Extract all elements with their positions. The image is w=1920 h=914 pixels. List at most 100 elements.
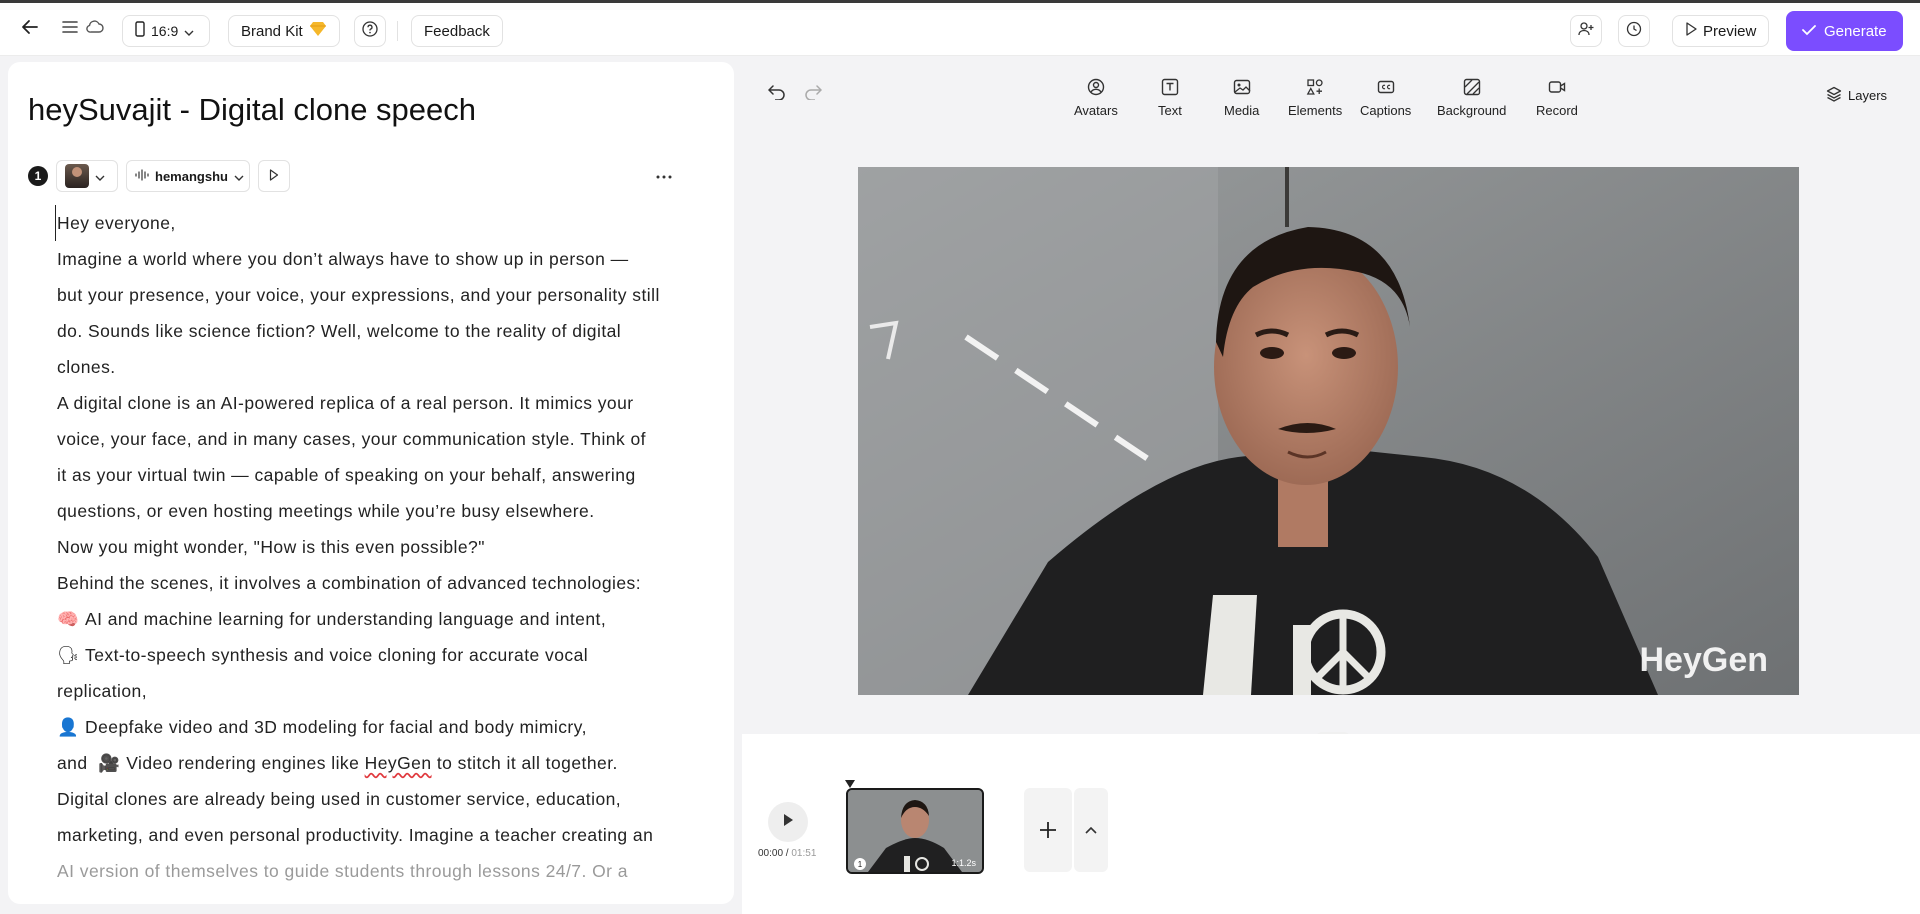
timeline-play-button[interactable] — [768, 802, 808, 842]
script-line: but your presence, your voice, your expr… — [57, 285, 660, 305]
background-pattern-icon — [1463, 78, 1481, 99]
layers-button[interactable]: Layers — [1826, 86, 1887, 105]
brand-kit-label: Brand Kit — [241, 22, 303, 40]
chevron-up-icon — [1085, 821, 1097, 839]
script-line-text: to stitch it all together. — [436, 753, 618, 773]
voice-selector[interactable]: hemangshu — [126, 160, 250, 192]
script-line: 👤 Deepfake video and 3D modeling for faci… — [57, 709, 677, 745]
avatars-tool[interactable]: Avatars — [1074, 78, 1118, 118]
script-line: voice, your face, and in many cases, you… — [57, 429, 646, 449]
aspect-ratio-dropdown[interactable]: 16:9 — [122, 15, 210, 47]
play-outline-icon — [1685, 22, 1697, 40]
avatar-selector[interactable] — [56, 160, 118, 192]
script-line: Behind the scenes, it involves a combina… — [57, 573, 642, 593]
script-panel: heySuvajit - Digital clone speech 1 hema… — [8, 62, 734, 904]
scene-clip[interactable]: 1 1:1.2s — [846, 788, 984, 874]
top-bar: 16:9 Brand Kit Feedback Preview Generate — [0, 0, 1920, 56]
heygen-watermark: HeyGen — [1640, 641, 1769, 679]
script-line-text: AI and machine learning for understandin… — [85, 609, 607, 629]
script-line-text: Video rendering engines like — [126, 753, 360, 773]
background-label: Background — [1437, 103, 1507, 118]
script-line: clones. — [57, 357, 116, 377]
timeline: 00:00 / 01:51 1 1:1.2s — [742, 734, 1920, 914]
speaking-head-icon: 🗣 — [57, 645, 80, 665]
feedback-button[interactable]: Feedback — [411, 15, 503, 47]
script-line-text: Deepfake video and 3D modeling for facia… — [85, 717, 587, 737]
plus-icon — [1039, 814, 1057, 846]
media-label: Media — [1224, 103, 1260, 118]
preview-button[interactable]: Preview — [1672, 15, 1770, 47]
avatar-preview: HeyGen — [858, 167, 1799, 695]
misspelled-word: HeyGen — [364, 753, 432, 773]
script-line: Imagine a world where you don’t always h… — [57, 249, 629, 269]
chevron-down-icon — [95, 169, 105, 184]
chevron-down-icon — [184, 23, 194, 40]
script-line: AI version of themselves to guide studen… — [57, 861, 628, 881]
clock-icon — [1626, 21, 1642, 42]
video-camera-icon — [1548, 78, 1566, 99]
generate-button[interactable]: Generate — [1786, 11, 1903, 51]
layers-label: Layers — [1848, 88, 1888, 103]
total-time: 01:51 — [791, 848, 817, 859]
background-tool[interactable]: Background — [1437, 78, 1506, 118]
check-icon — [1802, 23, 1816, 40]
avatar-circle-icon — [1087, 78, 1105, 99]
script-editor[interactable]: Hey everyone, Imagine a world where you … — [55, 205, 677, 889]
divider — [397, 21, 398, 41]
clip-number-badge: 1 — [854, 858, 866, 870]
record-tool[interactable]: Record — [1536, 78, 1578, 118]
shapes-icon — [1306, 78, 1324, 99]
feedback-label: Feedback — [424, 22, 490, 40]
history-button[interactable] — [1618, 15, 1650, 47]
script-line: Now you might wonder, "How is this even … — [57, 537, 485, 557]
brand-kit-button[interactable]: Brand Kit — [228, 15, 340, 47]
script-line: do. Sounds like science fiction? Well, w… — [57, 321, 622, 341]
play-scene-button[interactable] — [258, 160, 290, 192]
help-icon — [362, 20, 378, 42]
script-line: it as your virtual twin — capable of spe… — [57, 465, 636, 485]
layers-icon — [1826, 86, 1842, 105]
script-line: and 🎥 Video rendering engines like HeyGen… — [57, 745, 677, 781]
avatar — [65, 164, 89, 188]
script-line: A digital clone is an AI-powered replica… — [57, 393, 634, 413]
element-toolbar: Avatars Text Media Elements Captions Bac… — [742, 72, 1920, 122]
play-icon — [782, 813, 794, 832]
script-line: questions, or even hosting meetings whil… — [57, 501, 595, 521]
captions-label: Captions — [1360, 103, 1412, 118]
image-icon — [1233, 78, 1251, 99]
project-title[interactable]: heySuvajit - Digital clone speech — [28, 92, 476, 128]
brain-icon: 🧠 — [57, 609, 80, 629]
menu-icon[interactable] — [62, 20, 78, 34]
help-button[interactable] — [354, 15, 386, 47]
script-line: Digital clones are already being used in… — [57, 789, 622, 809]
current-time: 00:00 — [758, 848, 784, 859]
back-arrow-icon[interactable] — [20, 17, 40, 37]
script-line: replication, — [57, 681, 148, 701]
add-scene-button[interactable] — [1024, 788, 1072, 872]
script-line-text: and — [57, 753, 88, 773]
text-icon — [1161, 78, 1179, 99]
person-silhouette-icon: 👤 — [57, 717, 80, 737]
elements-tool[interactable]: Elements — [1288, 78, 1342, 118]
video-canvas[interactable]: HeyGen — [858, 167, 1799, 695]
voice-name: hemangshu — [155, 168, 228, 184]
captions-icon — [1377, 78, 1395, 99]
script-line: 🗣 Text-to-speech synthesis and voice clon… — [57, 637, 677, 673]
play-outline-icon — [269, 168, 279, 184]
scene-controls: 1 hemangshu — [28, 160, 678, 192]
more-options-icon[interactable] — [656, 166, 672, 184]
expand-timeline-button[interactable] — [1074, 788, 1108, 872]
text-label: Text — [1158, 103, 1182, 118]
phone-icon — [135, 21, 145, 41]
scene-number-badge: 1 — [28, 166, 48, 186]
generate-label: Generate — [1824, 22, 1887, 40]
media-tool[interactable]: Media — [1224, 78, 1259, 118]
elements-label: Elements — [1288, 103, 1343, 118]
captions-tool[interactable]: Captions — [1360, 78, 1411, 118]
diamond-icon — [309, 21, 327, 41]
text-tool[interactable]: Text — [1158, 78, 1182, 118]
script-line-text: Text-to-speech synthesis and voice cloni… — [85, 645, 589, 665]
script-line: 🧠 AI and machine learning for understandi… — [57, 601, 677, 637]
add-collaborator-button[interactable] — [1570, 15, 1602, 47]
record-label: Record — [1536, 103, 1578, 118]
